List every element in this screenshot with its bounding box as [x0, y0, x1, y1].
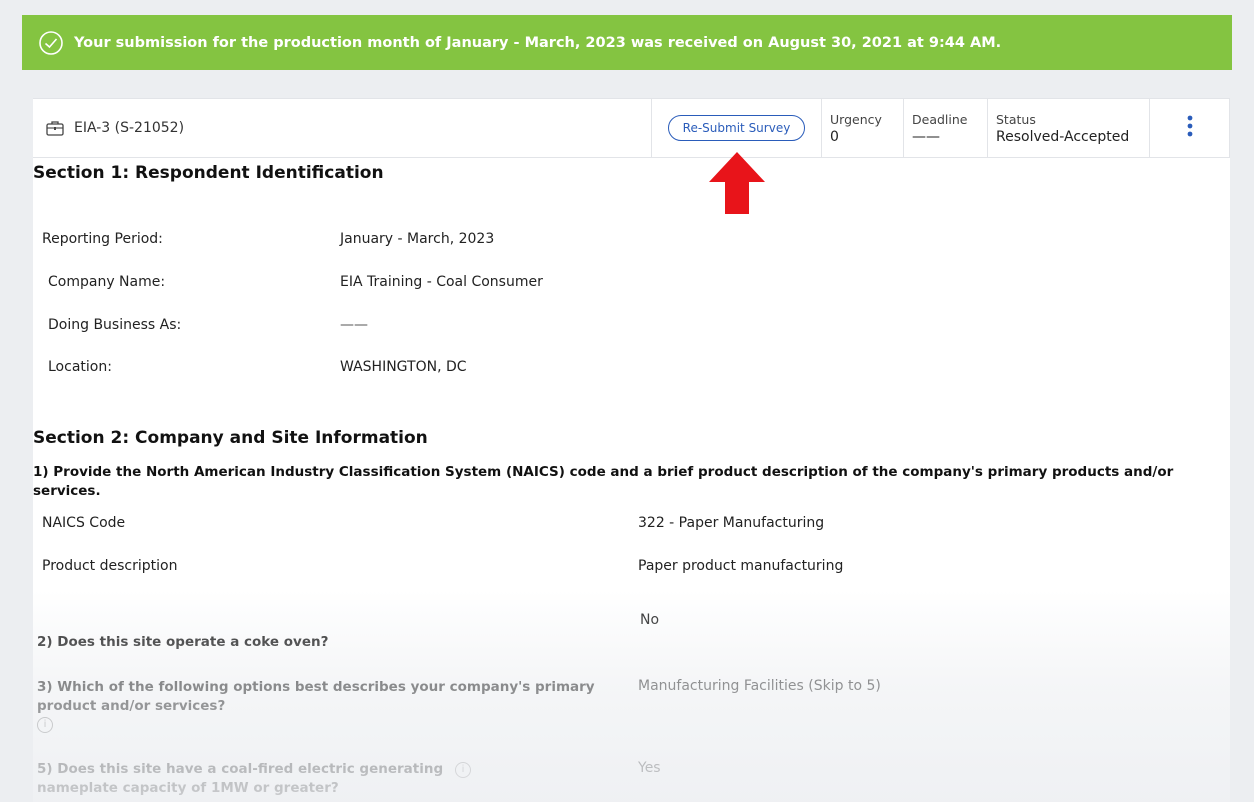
question-5-answer: Yes: [638, 760, 661, 776]
section1-title: Section 1: Respondent Identification: [33, 163, 384, 183]
deadline-value: ——: [912, 128, 940, 145]
naics-code-value: 322 - Paper Manufacturing: [638, 515, 825, 531]
deadline-label: Deadline: [912, 111, 968, 127]
resubmit-survey-button[interactable]: Re-Submit Survey: [667, 115, 806, 141]
status-value: Resolved-Accepted: [996, 128, 1130, 145]
urgency-cell: Urgency 0: [821, 99, 903, 157]
product-description-value: Paper product manufacturing: [638, 558, 844, 574]
field-value-location: WASHINGTON, DC: [340, 359, 467, 375]
status-label: Status: [996, 111, 1036, 127]
field-label-company-name: Company Name:: [48, 274, 166, 290]
deadline-cell: Deadline ——: [903, 99, 987, 157]
question-5: 5) Does this site have a coal-fired elec…: [37, 760, 487, 798]
field-label-location: Location:: [48, 359, 112, 375]
section2-title: Section 2: Company and Site Information: [33, 428, 428, 448]
menu-cell: [1149, 99, 1230, 157]
red-arrow-annotation: [709, 152, 765, 214]
naics-code-label: NAICS Code: [42, 515, 126, 531]
field-label-doing-business-as: Doing Business As:: [48, 317, 182, 333]
urgency-value: 0: [830, 128, 839, 145]
question-2-answer: No: [640, 612, 660, 628]
more-vertical-icon[interactable]: [1187, 115, 1193, 142]
case-id: EIA-3 (S-21052): [33, 99, 651, 157]
case-id-label: EIA-3 (S-21052): [74, 120, 185, 136]
product-description-label: Product description: [42, 558, 178, 574]
field-value-company-name: EIA Training - Coal Consumer: [340, 274, 543, 290]
question-3: 3) Which of the following options best d…: [37, 678, 617, 735]
question-5-text: 5) Does this site have a coal-fired elec…: [37, 761, 444, 796]
banner-text: Your submission for the production month…: [74, 34, 1002, 51]
field-label-reporting-period: Reporting Period:: [42, 231, 163, 247]
urgency-label: Urgency: [830, 111, 882, 127]
success-banner: Your submission for the production month…: [22, 15, 1232, 70]
resubmit-cell: Re-Submit Survey: [651, 99, 821, 157]
question-2: 2) Does this site operate a coke oven?: [37, 634, 329, 650]
case-header: EIA-3 (S-21052) Re-Submit Survey Urgency…: [33, 98, 1230, 158]
briefcase-icon: [45, 119, 65, 137]
question-3-text: 3) Which of the following options best d…: [37, 679, 595, 714]
field-value-reporting-period: January - March, 2023: [340, 231, 495, 247]
check-circle-icon: [38, 30, 64, 56]
page-frame: Your submission for the production month…: [0, 0, 1254, 802]
field-value-doing-business-as: ——: [340, 317, 368, 333]
question-1: 1) Provide the North American Industry C…: [33, 464, 1174, 499]
question-3-answer: Manufacturing Facilities (Skip to 5): [638, 678, 881, 694]
info-icon[interactable]: i: [37, 717, 53, 733]
info-icon[interactable]: i: [455, 762, 471, 778]
status-cell: Status Resolved-Accepted: [987, 99, 1149, 157]
